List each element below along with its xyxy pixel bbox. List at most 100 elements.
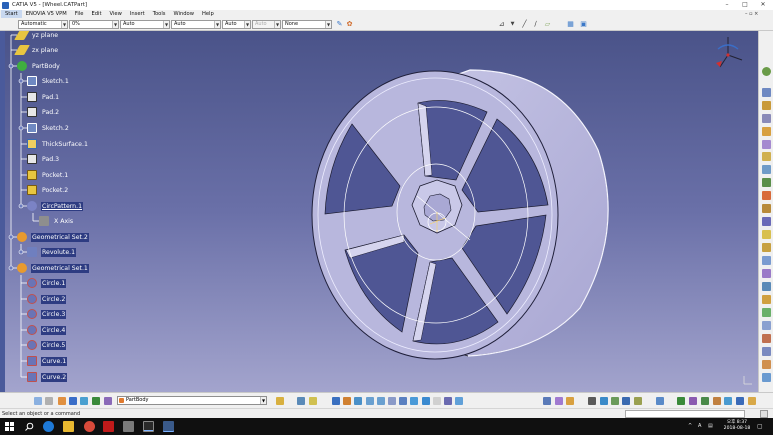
measure-between-icon[interactable] (543, 397, 551, 405)
sketch-tool-icon[interactable] (762, 88, 771, 97)
command-input[interactable] (625, 410, 745, 418)
search-icon[interactable] (25, 422, 34, 431)
pad-tool-icon[interactable] (762, 101, 771, 110)
zoom-out-icon[interactable] (377, 397, 385, 405)
snap-icon[interactable] (701, 397, 709, 405)
tools-icon[interactable] (600, 397, 608, 405)
tree-item-circle-1[interactable]: Circle.1 (27, 276, 67, 290)
menu-window[interactable]: Window (169, 10, 197, 18)
menu-enovia[interactable]: ENOVIA V5 VPM (22, 10, 71, 18)
line-tool-icon[interactable]: ╱ (520, 20, 529, 29)
app-icon[interactable] (123, 421, 134, 432)
mirror-tool-icon[interactable] (762, 256, 771, 265)
split-tool-icon[interactable] (762, 308, 771, 317)
formula-icon[interactable] (276, 397, 284, 405)
knowledge-icon[interactable] (611, 397, 619, 405)
measure-item-icon[interactable] (555, 397, 563, 405)
painter-icon[interactable]: ✎ (335, 20, 344, 29)
tree-item-circpattern-1[interactable]: CircPattern.1 (27, 199, 84, 213)
apply-icon[interactable] (689, 397, 697, 405)
law-icon[interactable] (309, 397, 317, 405)
check-icon[interactable] (634, 397, 642, 405)
layer-select[interactable]: None ▼ (282, 20, 332, 29)
tree-item-thicksurface-1[interactable]: ThickSurface.1 (27, 137, 89, 151)
pattern-tool-icon[interactable] (762, 269, 771, 278)
notifications-icon[interactable]: ▢ (757, 418, 763, 435)
spline-tool-icon[interactable]: ∕ (531, 20, 540, 29)
view-options-icon[interactable] (455, 397, 463, 405)
tree-item-revolute-1[interactable]: Revolute.1 (27, 245, 77, 259)
tree-item-curve-2[interactable]: Curve.2 (27, 370, 68, 384)
zoom-in-icon[interactable] (366, 397, 374, 405)
tree-item-zx-plane[interactable]: zx plane (14, 43, 59, 57)
rib-tool-icon[interactable] (762, 165, 771, 174)
tree-item-pad-2[interactable]: Pad.2 (27, 105, 60, 119)
windows-start-icon[interactable] (5, 422, 14, 431)
update-icon[interactable] (297, 397, 305, 405)
shaft-tool-icon[interactable] (762, 127, 771, 136)
tree-item-geometrical-set-1[interactable]: Geometrical Set.1 (17, 261, 89, 275)
measure-inertia-icon[interactable] (566, 397, 574, 405)
render-icon[interactable] (444, 397, 452, 405)
boolean-tool-icon[interactable] (762, 295, 771, 304)
draft-tool-icon[interactable] (762, 217, 771, 226)
normal-view-icon[interactable] (388, 397, 396, 405)
sketch-tool-icon[interactable]: ⊿ (497, 20, 506, 29)
partbody-tool-icon[interactable] (762, 67, 771, 76)
menu-edit[interactable]: Edit (87, 10, 105, 18)
axis-system-icon[interactable] (92, 397, 100, 405)
select-icon[interactable] (34, 397, 42, 405)
reaction-icon[interactable] (622, 397, 630, 405)
iso-view-icon[interactable] (399, 397, 407, 405)
hide-show-icon[interactable] (422, 397, 430, 405)
maximize-button[interactable]: □ (736, 0, 754, 10)
options-icon[interactable] (748, 397, 756, 405)
acrobat-icon[interactable] (103, 421, 114, 432)
command-help-icon[interactable] (760, 410, 768, 418)
point-style-select[interactable]: Auto ▼ (222, 20, 251, 29)
chrome-icon[interactable] (84, 421, 95, 432)
document-window-controls[interactable]: – ▫ × (745, 10, 758, 18)
tree-item-circle-3[interactable]: Circle.3 (27, 307, 67, 321)
parameters-icon[interactable] (656, 397, 664, 405)
slot-tool-icon[interactable] (762, 178, 771, 187)
tree-item-sketch-1[interactable]: Sketch.1 (27, 74, 70, 88)
transform-icon[interactable] (724, 397, 732, 405)
line-thickness-select[interactable]: Auto ▼ (120, 20, 170, 29)
hole-tool-icon[interactable] (762, 152, 771, 161)
tree-item-pocket-1[interactable]: Pocket.1 (27, 168, 69, 182)
edge-browser-icon[interactable] (43, 421, 54, 432)
tree-item-circle-4[interactable]: Circle.4 (27, 323, 67, 337)
tree-item-curve-1[interactable]: Curve.1 (27, 354, 68, 368)
scale-tool-icon[interactable] (762, 282, 771, 291)
menu-tools[interactable]: Tools (149, 10, 170, 18)
menu-view[interactable]: View (106, 10, 126, 18)
minimize-button[interactable]: – (718, 0, 736, 10)
dress-up-icon[interactable] (713, 397, 721, 405)
annotation-tool-icon[interactable] (762, 360, 771, 369)
current-body-select[interactable]: PartBody ▼ (117, 396, 267, 405)
sketcher-icon[interactable] (80, 397, 88, 405)
wheel-model[interactable] (300, 61, 620, 392)
catia-taskbar-icon[interactable] (163, 421, 174, 432)
pan-icon[interactable] (343, 397, 351, 405)
file-explorer-icon[interactable] (63, 421, 74, 432)
grid-snap-icon[interactable]: ▦ (566, 20, 575, 29)
plane-icon[interactable] (104, 397, 112, 405)
line-type-select[interactable]: Auto ▼ (171, 20, 221, 29)
close-button[interactable]: ✕ (754, 0, 772, 10)
macro-icon[interactable] (677, 397, 685, 405)
constraint-tool-icon[interactable] (762, 347, 771, 356)
tree-item-sketch-2[interactable]: Sketch.2 (27, 121, 70, 135)
photos-icon[interactable] (143, 421, 154, 432)
menu-insert[interactable]: Insert (126, 10, 149, 18)
transparency-select[interactable]: 0% ▼ (69, 20, 119, 29)
tree-item-geometrical-set-2[interactable]: Geometrical Set.2 (17, 230, 89, 244)
chamfer-tool-icon[interactable] (762, 204, 771, 213)
tree-item-pad-1[interactable]: Pad.1 (27, 90, 60, 104)
clock[interactable]: 오후 8:37 2018-08-18 (720, 420, 754, 432)
input-language[interactable]: A (698, 418, 701, 435)
catalog-icon[interactable] (588, 397, 596, 405)
tree-item-pad-3[interactable]: Pad.3 (27, 152, 60, 166)
graphic-style-select[interactable]: Automatic ▼ (18, 20, 68, 29)
